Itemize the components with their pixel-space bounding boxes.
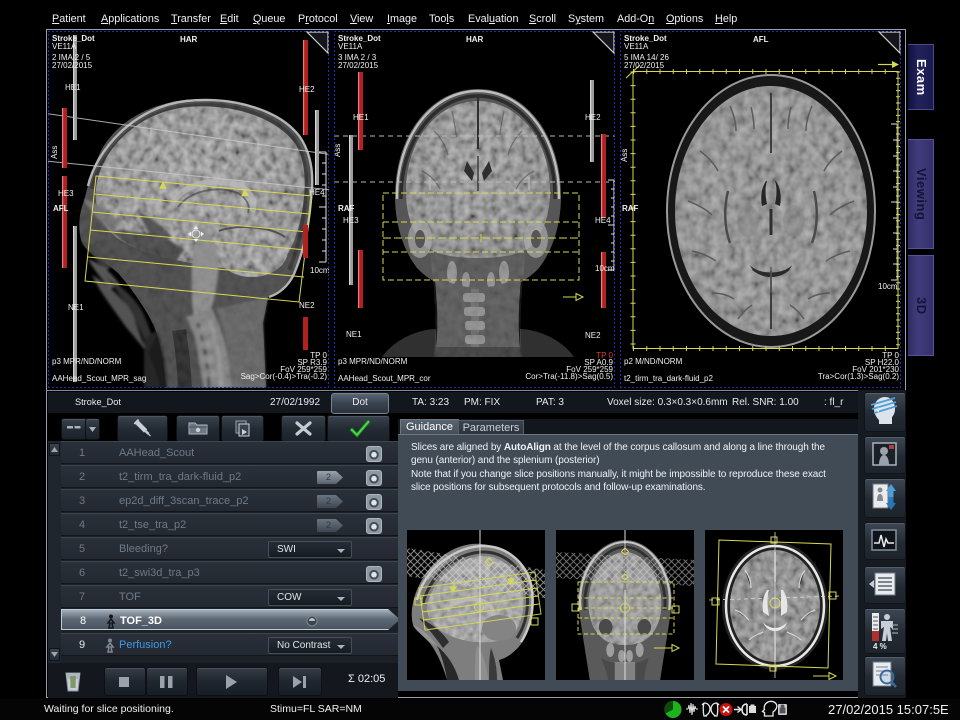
- svg-text:HE1: HE1: [65, 83, 81, 92]
- svg-text:AFL: AFL: [53, 204, 69, 213]
- svg-text:10cm: 10cm: [878, 282, 898, 291]
- svg-text:Cor>Tra(-11.8)>Sag(0.5): Cor>Tra(-11.8)>Sag(0.5): [525, 372, 613, 381]
- svg-text:10cm: 10cm: [310, 266, 329, 275]
- svg-text:VE11A: VE11A: [338, 42, 363, 51]
- svg-text:HAR: HAR: [180, 35, 198, 44]
- svg-text:Ass: Ass: [620, 149, 629, 162]
- svg-text:4 %: 4 %: [873, 642, 887, 651]
- svg-text:NE2: NE2: [585, 331, 601, 340]
- svg-text:Tra>Cor(1.3)>Sag(0.2): Tra>Cor(1.3)>Sag(0.2): [818, 372, 899, 381]
- svg-text:Ass: Ass: [334, 144, 342, 157]
- svg-text:HAR: HAR: [466, 35, 484, 44]
- svg-text:HE3: HE3: [58, 189, 74, 198]
- svg-text:HE4: HE4: [595, 216, 611, 225]
- svg-text:AAHead_Scout_MPR_sag: AAHead_Scout_MPR_sag: [52, 374, 146, 383]
- svg-text:HE3: HE3: [343, 216, 359, 225]
- svg-text:HE4: HE4: [309, 188, 325, 197]
- svg-text:AFL: AFL: [753, 35, 769, 44]
- svg-text:27/02/2015: 27/02/2015: [338, 61, 379, 70]
- svg-text:10cm: 10cm: [595, 264, 615, 273]
- svg-text:t2_tirm_tra_dark-fluid_p2: t2_tirm_tra_dark-fluid_p2: [624, 374, 713, 383]
- svg-text:AAHead_Scout_MPR_cor: AAHead_Scout_MPR_cor: [338, 374, 431, 383]
- svg-text:NE2: NE2: [299, 301, 315, 310]
- svg-text:p3 MPR/ND/NORM: p3 MPR/ND/NORM: [52, 357, 122, 366]
- svg-text:27/02/2015: 27/02/2015: [52, 61, 93, 70]
- svg-text:27/02/2015: 27/02/2015: [624, 61, 665, 70]
- svg-text:RAF: RAF: [622, 204, 639, 213]
- svg-text:HE1: HE1: [353, 113, 369, 122]
- svg-text:Sag>Cor(-0.4)>Tra(-0.2): Sag>Cor(-0.4)>Tra(-0.2): [241, 372, 328, 381]
- svg-text:HE2: HE2: [585, 113, 601, 122]
- svg-text:p3 MPR/ND/NORM: p3 MPR/ND/NORM: [338, 357, 408, 366]
- svg-text:HE2: HE2: [299, 85, 315, 94]
- svg-text:NE1: NE1: [346, 330, 362, 339]
- svg-text:RAF: RAF: [338, 204, 355, 213]
- svg-text:VE11A: VE11A: [624, 42, 649, 51]
- svg-text:NE1: NE1: [68, 303, 84, 312]
- svg-text:p2 M/ND/NORM: p2 M/ND/NORM: [624, 357, 683, 366]
- svg-text:VE11A: VE11A: [52, 42, 77, 51]
- svg-text:Ass: Ass: [50, 146, 59, 159]
